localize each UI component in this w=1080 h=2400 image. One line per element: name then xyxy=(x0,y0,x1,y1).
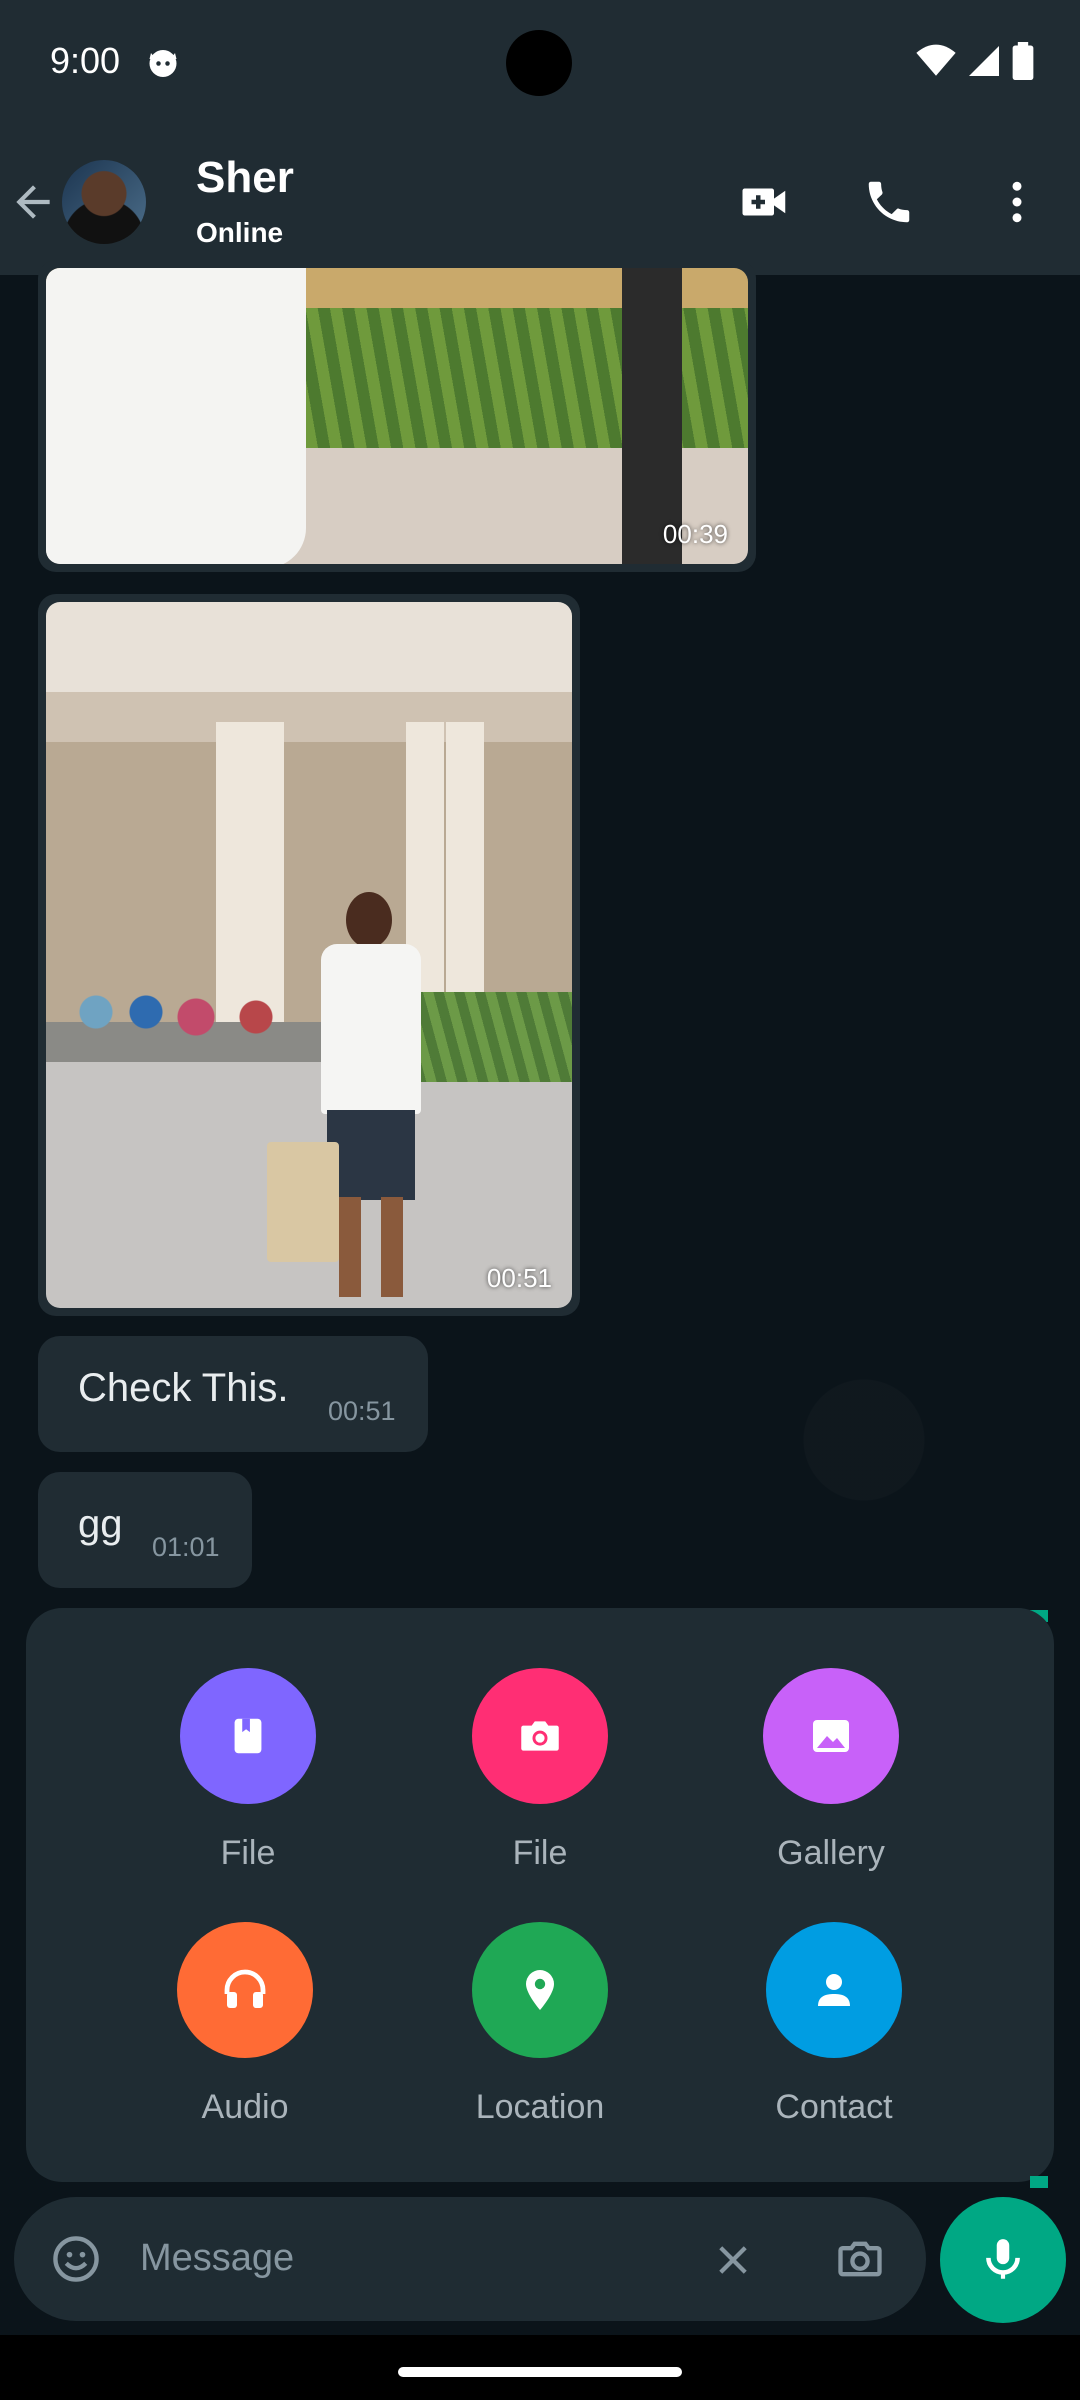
back-arrow-icon[interactable] xyxy=(8,177,58,227)
more-options-icon[interactable] xyxy=(990,175,1044,229)
video-duration: 00:39 xyxy=(662,519,728,549)
video-call-icon[interactable] xyxy=(738,175,792,229)
attach-audio-button[interactable]: Audio xyxy=(145,1922,345,2126)
battery-icon xyxy=(1012,42,1034,80)
person-icon[interactable] xyxy=(766,1922,902,2058)
attach-file-button[interactable]: File xyxy=(148,1668,348,1872)
voice-call-icon[interactable] xyxy=(862,175,916,229)
attach-location-button[interactable]: Location xyxy=(440,1922,640,2126)
video-thumbnail[interactable] xyxy=(46,268,748,564)
camera-icon[interactable] xyxy=(834,2233,886,2285)
video-thumbnail-content xyxy=(46,268,306,564)
chat-header: Sher Online xyxy=(0,125,1080,275)
wifi-icon xyxy=(916,44,956,76)
voice-record-button[interactable] xyxy=(940,2197,1066,2323)
image-icon[interactable] xyxy=(763,1668,899,1804)
outgoing-message-tail xyxy=(1030,2176,1048,2188)
contact-name[interactable]: Sher xyxy=(196,153,294,203)
contact-status: Online xyxy=(196,217,284,248)
document-icon[interactable] xyxy=(180,1668,316,1804)
attach-gallery-button[interactable]: Gallery xyxy=(731,1668,931,1872)
video-message[interactable]: 00:51 xyxy=(38,594,580,1316)
message-bubble[interactable]: gg 01:01 xyxy=(38,1472,252,1588)
attachment-sheet: File File Gallery Audio Location Contact xyxy=(26,1608,1054,2182)
home-gesture-handle[interactable] xyxy=(398,2367,682,2377)
message-input[interactable]: Message xyxy=(140,2237,294,2280)
message-bubble[interactable]: Check This. 00:51 xyxy=(38,1336,428,1452)
attach-label: File xyxy=(512,1834,568,1872)
status-icons xyxy=(916,42,1034,80)
message-text: Check This. xyxy=(78,1366,289,1410)
attach-camera-button[interactable]: File xyxy=(440,1668,640,1872)
attach-label: File xyxy=(220,1834,276,1872)
cellular-signal-icon xyxy=(969,46,999,76)
contact-avatar[interactable] xyxy=(62,160,146,244)
message-time: 00:51 xyxy=(328,1396,396,1426)
video-message[interactable]: 00:39 xyxy=(38,260,756,572)
status-bar: 9:00 xyxy=(0,0,1080,125)
video-duration: 00:51 xyxy=(486,1263,552,1293)
headphones-icon[interactable] xyxy=(177,1922,313,2058)
attach-label: Location xyxy=(475,2088,605,2126)
attach-label: Gallery xyxy=(777,1834,885,1872)
camera-cutout xyxy=(506,30,572,96)
close-icon[interactable] xyxy=(712,2239,754,2281)
message-composer[interactable]: Message xyxy=(14,2197,926,2321)
attach-label: Contact xyxy=(775,2088,893,2126)
attach-contact-button[interactable]: Contact xyxy=(734,1922,934,2126)
camera-icon[interactable] xyxy=(472,1668,608,1804)
attach-label: Audio xyxy=(201,2088,289,2126)
message-text: gg xyxy=(78,1502,123,1546)
status-time: 9:00 xyxy=(50,40,121,81)
cat-notification-icon xyxy=(149,50,177,77)
message-time: 01:01 xyxy=(152,1532,220,1562)
location-pin-icon[interactable] xyxy=(472,1922,608,2058)
emoji-icon[interactable] xyxy=(50,2233,102,2285)
microphone-icon xyxy=(986,2239,1020,2279)
video-thumbnail[interactable] xyxy=(46,602,572,1308)
